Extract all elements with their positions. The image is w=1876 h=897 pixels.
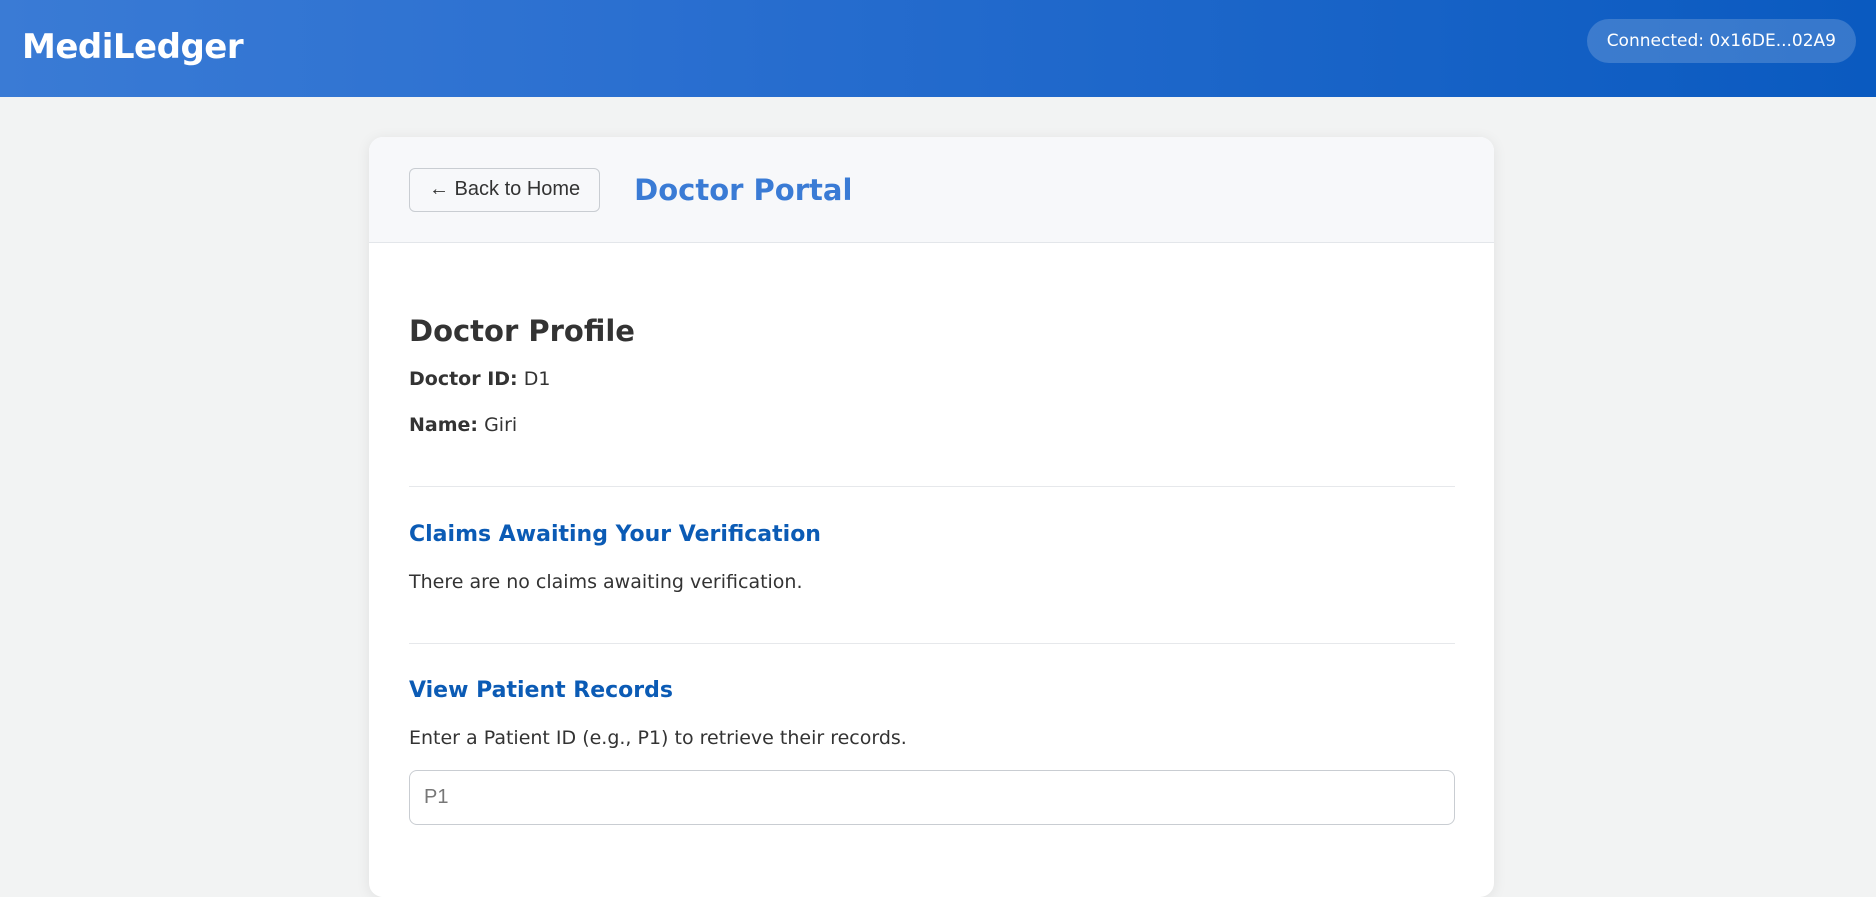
doctor-portal-card: ← Back to Home Doctor Portal Doctor Prof… — [369, 137, 1494, 897]
app-logo: MediLedger — [22, 26, 244, 67]
page-title: Doctor Portal — [634, 172, 853, 207]
doctor-name-row: Name: Giri — [409, 414, 1455, 436]
doctor-name-value: Giri — [484, 414, 518, 436]
doctor-id-row: Doctor ID: D1 — [409, 368, 1455, 390]
patient-records-heading: View Patient Records — [409, 678, 673, 703]
doctor-id-value: D1 — [523, 368, 551, 390]
card-header: ← Back to Home Doctor Portal — [369, 137, 1494, 243]
back-to-home-button[interactable]: ← Back to Home — [409, 167, 601, 212]
patient-id-input[interactable] — [409, 770, 1455, 825]
wallet-connection-badge[interactable]: Connected: 0x16DE...02A9 — [1586, 18, 1856, 63]
card-body: Doctor Profile Doctor ID: D1 Name: Giri … — [369, 314, 1494, 825]
claims-heading: Claims Awaiting Your Verification — [409, 522, 821, 547]
doctor-id-label: Doctor ID: — [409, 368, 518, 390]
top-navbar: MediLedger Connected: 0x16DE...02A9 — [0, 0, 1876, 97]
section-divider — [409, 643, 1455, 644]
claims-empty-message: There are no claims awaiting verificatio… — [409, 571, 803, 593]
doctor-profile-heading: Doctor Profile — [409, 314, 635, 348]
doctor-name-label: Name: — [409, 414, 479, 436]
patient-records-instructions: Enter a Patient ID (e.g., P1) to retriev… — [409, 727, 907, 749]
section-divider — [409, 486, 1455, 487]
